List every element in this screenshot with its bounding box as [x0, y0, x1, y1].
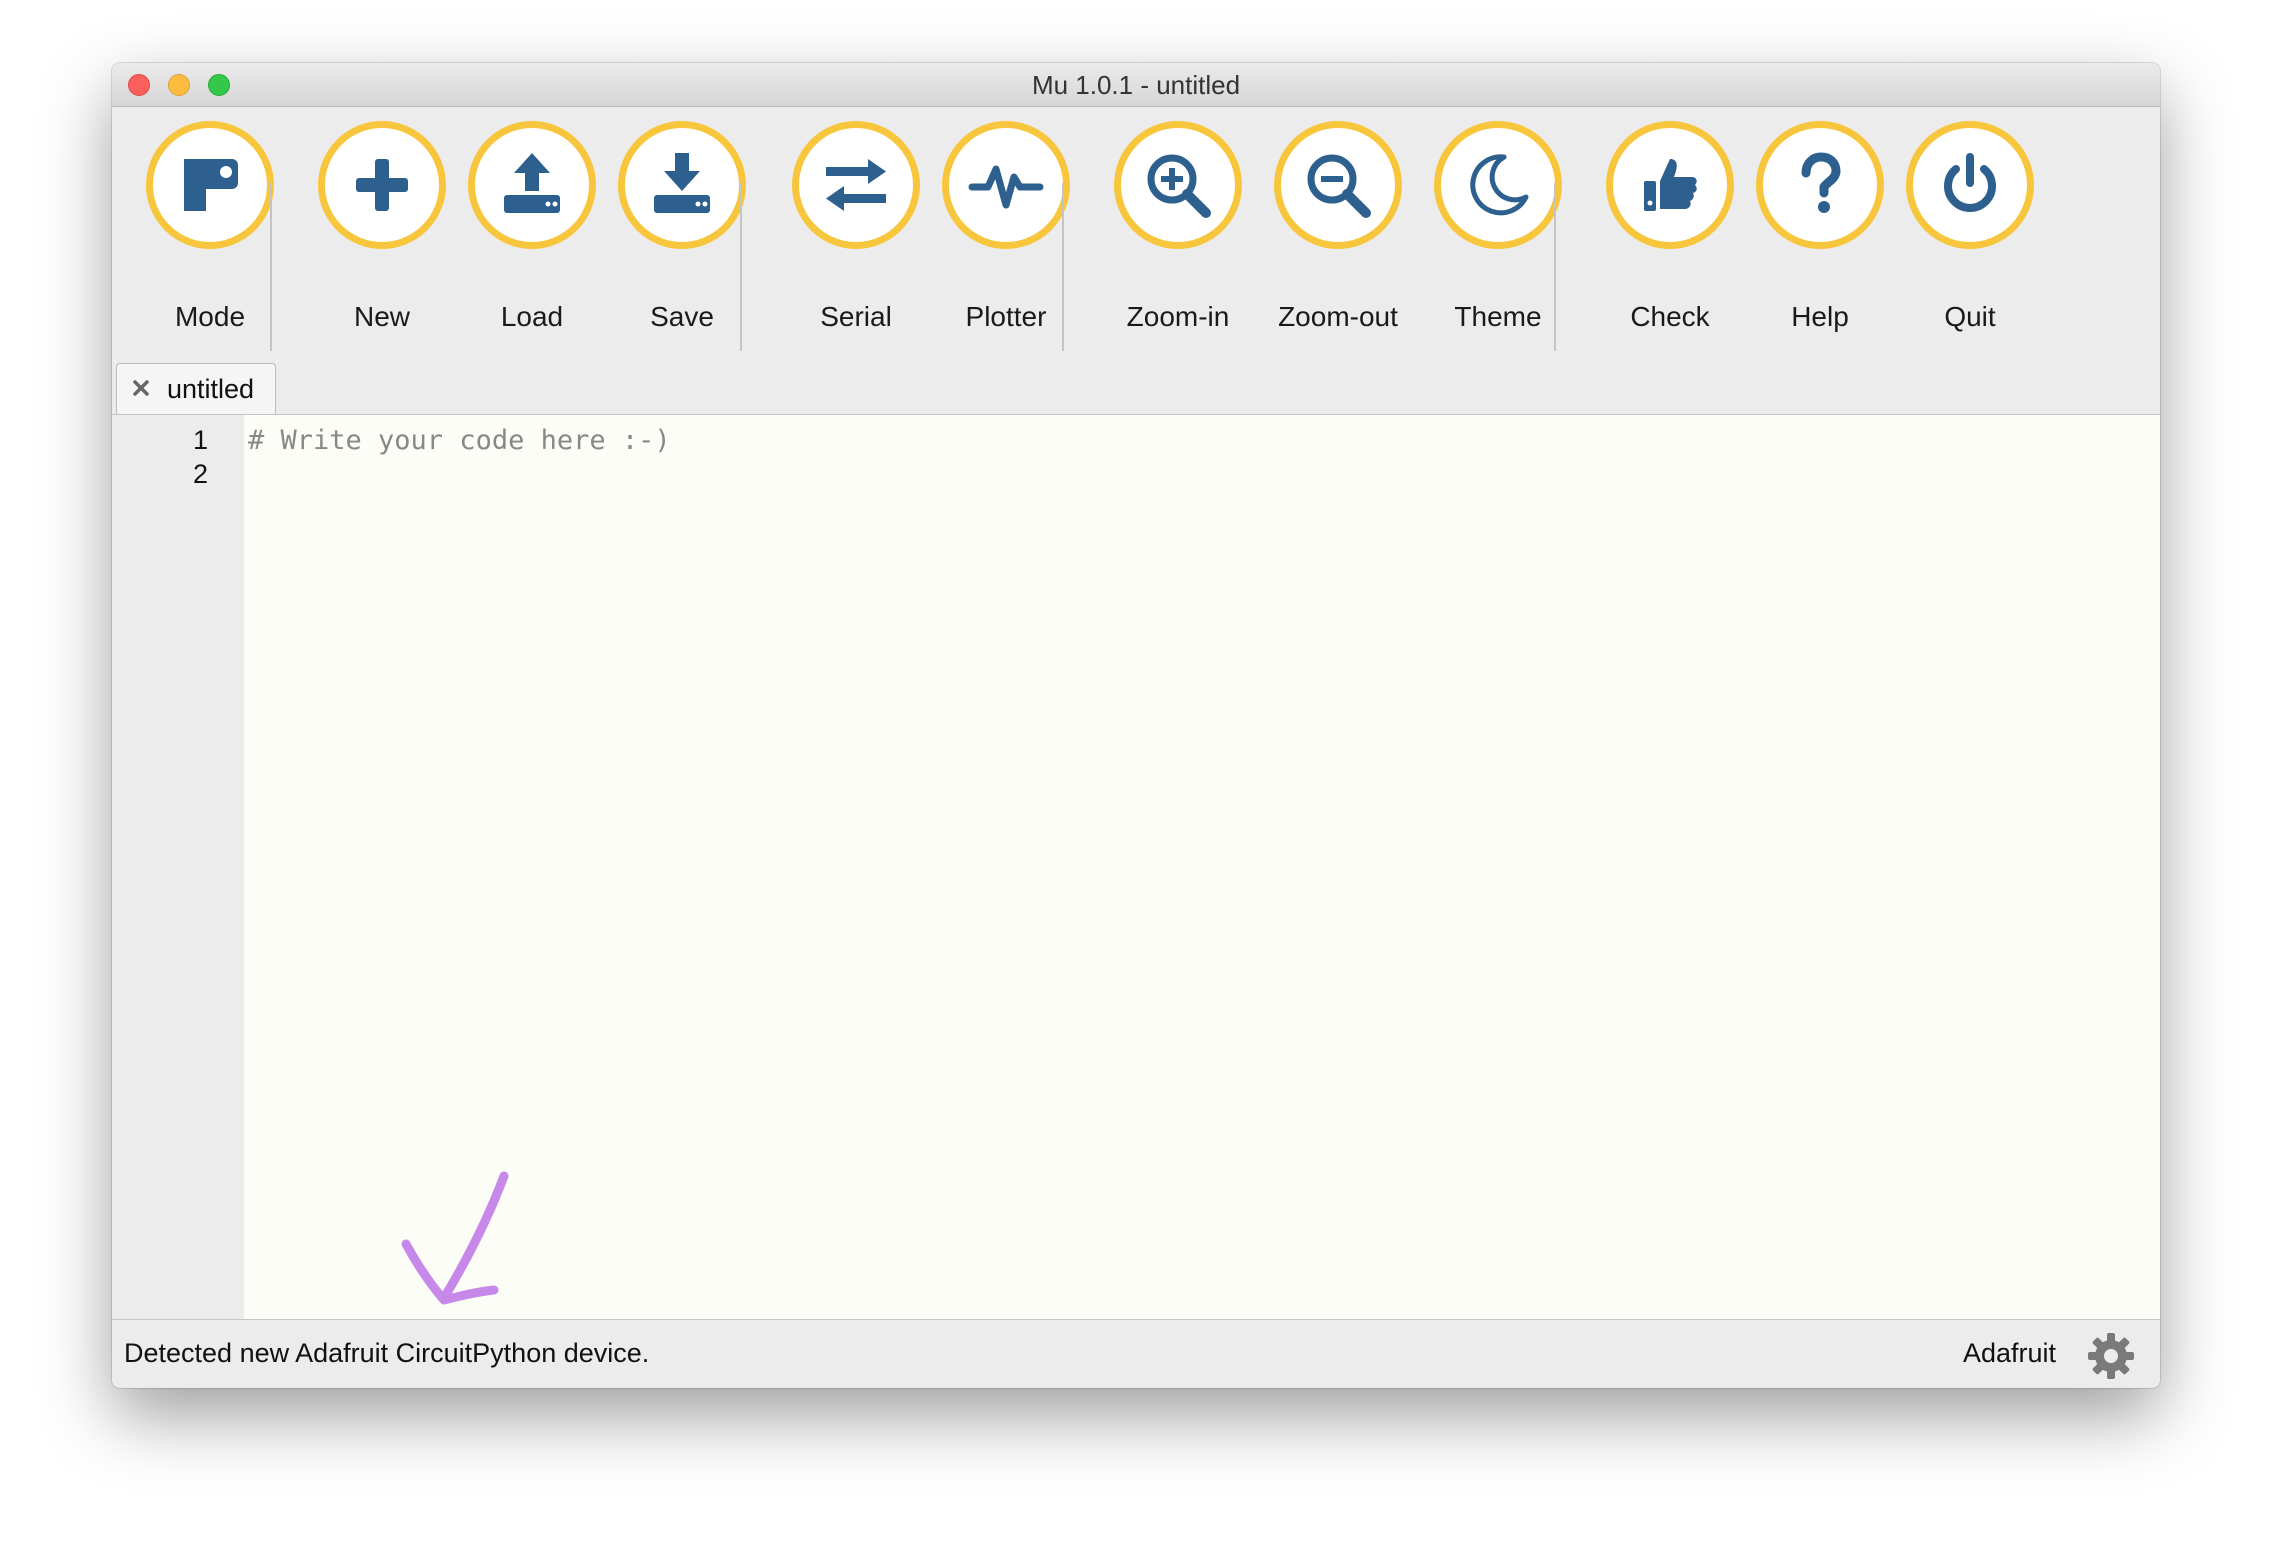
zoom-out-label: Zoom-out — [1278, 301, 1398, 332]
serial-label: Serial — [820, 301, 892, 332]
help-label: Help — [1791, 301, 1849, 332]
save-button[interactable]: Save — [602, 107, 762, 357]
question-icon — [1801, 152, 1841, 213]
mode-label: Mode — [174, 301, 246, 332]
toolbar-divider — [1554, 183, 1556, 351]
pulse-icon — [968, 165, 1044, 209]
thumbs-up-icon — [1644, 159, 1697, 211]
new-label: New — [353, 301, 410, 332]
upload-icon — [504, 153, 560, 213]
quit-button[interactable]: Quit — [1890, 107, 2050, 357]
power-icon — [1944, 153, 1996, 212]
mode-button[interactable]: Mode — [130, 107, 290, 357]
tab-untitled[interactable]: untitled — [116, 363, 276, 415]
code-line: # Write your code here :-) — [248, 425, 671, 456]
zoom-in-icon — [1147, 154, 1211, 218]
tab-bar: untitled — [112, 363, 2160, 415]
mode-icon — [184, 159, 238, 211]
zoom-in-button[interactable]: Zoom-in — [1098, 107, 1258, 357]
load-label: Load — [500, 301, 564, 332]
zoom-out-icon — [1307, 154, 1371, 218]
toolbar-divider — [740, 183, 742, 351]
check-button[interactable]: Check — [1590, 107, 1750, 357]
title-bar[interactable]: Mu 1.0.1 - untitled — [112, 63, 2160, 107]
toolbar: Mode New Load Save Serial Plotter Zoom-i… — [112, 107, 2160, 357]
zoom-in-label: Zoom-in — [1126, 301, 1230, 332]
quit-label: Quit — [1944, 301, 1996, 332]
mode-indicator[interactable]: Adafruit — [1963, 1338, 2056, 1369]
zoom-out-button[interactable]: Zoom-out — [1258, 107, 1418, 357]
status-bar: Detected new Adafruit CircuitPython devi… — [112, 1319, 2160, 1388]
serial-button[interactable]: Serial — [776, 107, 936, 357]
window-title: Mu 1.0.1 - untitled — [1031, 70, 1241, 100]
help-button[interactable]: Help — [1740, 107, 1900, 357]
annotation-arrow-icon — [401, 1171, 509, 1305]
line-number: 1 — [192, 425, 208, 455]
plus-icon — [356, 159, 408, 211]
toolbar-divider — [270, 183, 272, 351]
gear-icon[interactable] — [2086, 1331, 2136, 1381]
status-message: Detected new Adafruit CircuitPython devi… — [124, 1338, 650, 1368]
tab-label: untitled — [167, 374, 255, 404]
line-number: 2 — [192, 459, 208, 489]
close-icon[interactable] — [129, 376, 153, 400]
load-button[interactable]: Load — [452, 107, 612, 357]
new-button[interactable]: New — [302, 107, 462, 357]
toolbar-divider — [1062, 183, 1064, 351]
check-label: Check — [1630, 301, 1710, 332]
save-label: Save — [650, 301, 714, 332]
swap-arrows-icon — [826, 159, 886, 211]
moon-icon — [1470, 154, 1529, 216]
line-number-gutter: 1 2 — [112, 415, 244, 1382]
download-icon — [654, 153, 710, 213]
